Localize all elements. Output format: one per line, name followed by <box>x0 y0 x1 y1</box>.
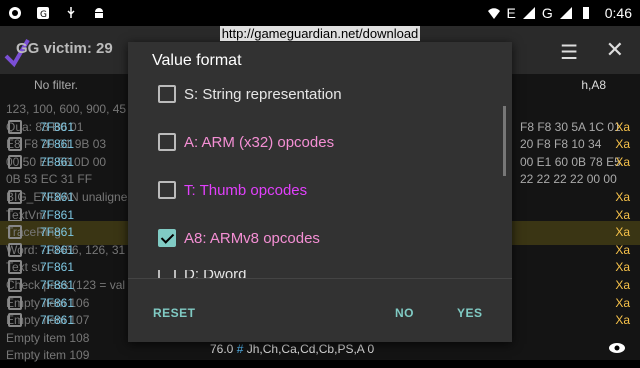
yes-button[interactable]: YES <box>457 306 483 320</box>
option-armv8-label: A8: ARMv8 opcodes <box>184 229 320 247</box>
signal-icon-2 <box>559 7 572 19</box>
network-type-e: E <box>506 5 516 21</box>
option-thumb-label: T: Thumb opcodes <box>184 181 308 199</box>
gameguardian-notification-icon <box>9 7 21 19</box>
reset-button[interactable]: RESET <box>153 306 196 320</box>
row-type: Xa <box>615 119 630 134</box>
row-address: 7F861 <box>40 242 75 257</box>
option-armv8[interactable]: A8: ARMv8 opcodes <box>158 226 320 250</box>
status-bar: G E G 0:46 <box>0 0 640 26</box>
app-notification-icon: G <box>37 7 49 20</box>
checkbox-arm32[interactable] <box>158 133 176 151</box>
row-address: 7F861 <box>40 295 75 310</box>
no-button[interactable]: NO <box>395 306 414 320</box>
clock: 0:46 <box>604 5 632 21</box>
row-checkbox[interactable] <box>8 119 22 134</box>
row-checkbox[interactable] <box>8 207 22 222</box>
row-hex: 20 F8 F8 10 34 <box>520 137 602 152</box>
row-checkbox[interactable] <box>8 190 22 204</box>
filter-label: No filter. <box>34 78 79 92</box>
usb-icon <box>67 7 75 18</box>
checkbox-dword[interactable] <box>158 270 176 278</box>
value-format-dialog: Value format S: String representation A:… <box>128 42 512 342</box>
row-type: Xa <box>615 313 630 328</box>
row-type: Xa <box>615 207 630 222</box>
row-hex: 00 E1 60 0B 78 E5 <box>520 154 621 169</box>
option-thumb[interactable]: T: Thumb opcodes <box>158 178 307 202</box>
option-arm32[interactable]: A: ARM (x32) opcodes <box>158 130 334 154</box>
row-checkbox[interactable] <box>8 242 22 257</box>
row-type: Xa <box>615 225 630 240</box>
menu-icon[interactable]: ☰ <box>560 40 578 65</box>
row-checkbox[interactable] <box>8 295 22 310</box>
row-checkbox[interactable] <box>8 225 22 240</box>
row-text: Empty item 108 <box>6 330 90 345</box>
option-string[interactable]: S: String representation <box>158 82 342 106</box>
dialog-divider <box>128 278 512 279</box>
row-address: 7F861 <box>40 137 75 152</box>
row-type: Xa <box>615 278 630 292</box>
row-type: Xa <box>615 260 630 275</box>
row-address: 7F861 <box>40 225 75 240</box>
checkbox-string[interactable] <box>158 85 176 103</box>
row-address: 7F861 <box>40 119 75 134</box>
filter-format: h,A8 <box>581 78 606 92</box>
process-title: GG victim: 29 <box>16 40 113 57</box>
row-hex: F8 F8 30 5A 1C 01 <box>520 119 621 134</box>
row-address: 7F861 <box>40 190 75 204</box>
row-type: Xa <box>615 295 630 310</box>
row-checkbox[interactable] <box>8 278 22 292</box>
download-url-overlay: http://gameguardian.net/download <box>219 26 421 41</box>
signal-icon <box>522 7 535 19</box>
row-text: 0B 53 EC 31 FF <box>6 172 93 187</box>
eye-icon[interactable] <box>608 342 626 354</box>
row-type: Xa <box>615 190 630 204</box>
row-type: Xa <box>615 154 630 169</box>
row-type: Xa <box>615 242 630 257</box>
wifi-icon <box>487 8 500 19</box>
dialog-scrollbar[interactable] <box>503 106 506 176</box>
row-address: 7F861 <box>40 154 75 169</box>
row-address: 7F861 <box>40 207 75 222</box>
option-arm32-label: A: ARM (x32) opcodes <box>184 133 335 151</box>
row-text: 123, 100, 600, 900, 45 <box>6 102 127 116</box>
option-dword-partial[interactable]: D: Dword <box>158 270 247 278</box>
checkbox-armv8[interactable] <box>158 229 176 247</box>
option-dword-label: D: Dword <box>184 270 247 278</box>
row-address: 7F861 <box>40 278 75 292</box>
row-text: Empty item 109 <box>6 348 90 363</box>
checkbox-thumb[interactable] <box>158 181 176 199</box>
android-icon <box>95 8 103 18</box>
row-checkbox[interactable] <box>8 260 22 275</box>
row-checkbox[interactable] <box>8 313 22 328</box>
battery-icon <box>582 7 589 19</box>
row-checkbox[interactable] <box>8 154 22 169</box>
row-checkbox[interactable] <box>8 137 22 152</box>
dialog-title: Value format <box>152 52 242 69</box>
row-address: 7F861 <box>40 313 75 328</box>
row-address: 7F861 <box>40 260 75 275</box>
network-type-g: G <box>541 5 553 21</box>
svg-text:G: G <box>40 10 47 20</box>
bottom-status: 76.0 # Jh,Ch,Ca,Cd,Cb,PS,A 0 <box>210 342 375 356</box>
row-hex: 22 22 22 22 00 00 <box>520 172 617 187</box>
row-type: Xa <box>615 137 630 152</box>
option-string-label: S: String representation <box>184 85 342 103</box>
